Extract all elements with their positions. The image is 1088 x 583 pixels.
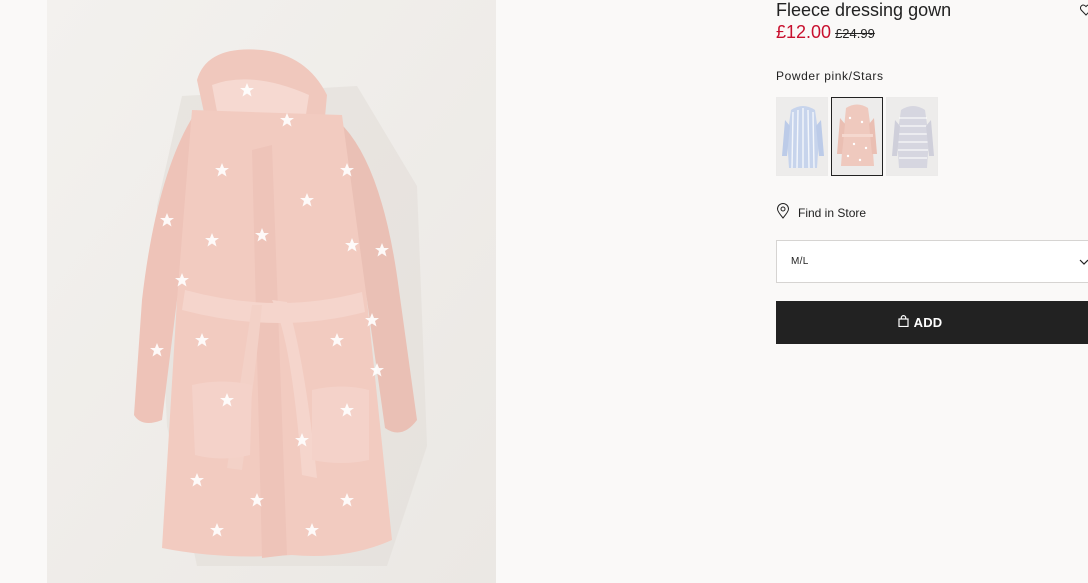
pink-stars-gown-thumbnail: [832, 98, 882, 175]
chevron-down-icon: [1079, 257, 1088, 267]
location-pin-icon: [776, 203, 790, 222]
colour-swatches: [776, 97, 938, 176]
product-title: Fleece dressing gown: [776, 0, 952, 20]
grey-stripe-gown-thumbnail: [887, 98, 937, 175]
selected-size: M/L: [791, 256, 809, 267]
product-image: [47, 0, 496, 583]
sale-price: £12.00: [776, 22, 832, 42]
product-page: Fleece dressing gown £12.00 £24.99 Powder…: [0, 0, 1088, 583]
heart-icon[interactable]: [1079, 3, 1088, 16]
selected-colour-label: Powder pink/Stars: [776, 69, 884, 83]
swatch-grey-stripe[interactable]: [886, 97, 938, 176]
swatch-powder-pink-stars[interactable]: [831, 97, 883, 176]
blue-stripe-gown-thumbnail: [777, 98, 827, 175]
dressing-gown-image: [47, 0, 496, 583]
shopping-bag-icon: [898, 315, 909, 330]
original-price: £24.99: [835, 26, 875, 41]
find-in-store-label: Find in Store: [798, 205, 867, 220]
swatch-blue-stripe[interactable]: [776, 97, 828, 176]
size-selector[interactable]: M/L: [776, 240, 1088, 283]
price-row: £12.00 £24.99: [776, 22, 875, 43]
find-in-store-link[interactable]: Find in Store: [776, 203, 866, 222]
add-to-bag-button[interactable]: ADD: [776, 301, 1088, 344]
add-button-label: ADD: [913, 315, 943, 330]
